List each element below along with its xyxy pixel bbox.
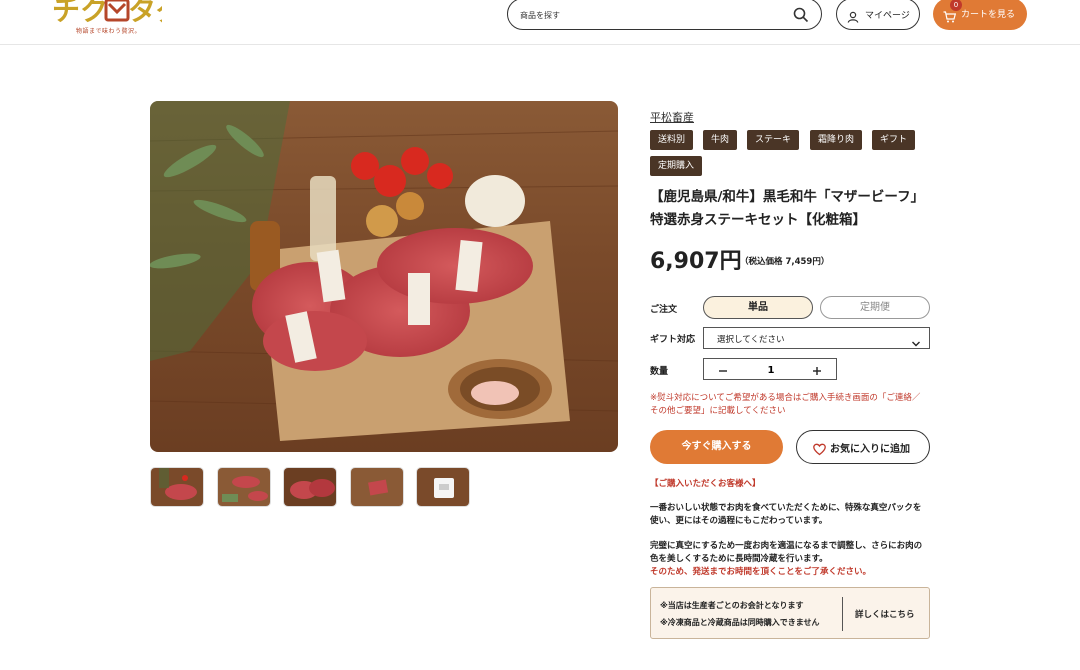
heart-icon (813, 441, 826, 456)
cart-label: カートを見る (961, 10, 1016, 20)
thumbnail-4[interactable] (350, 467, 404, 507)
svg-text:タグ: タグ (128, 0, 162, 27)
search-input[interactable] (520, 7, 780, 23)
product-title-line1: 【鹿児島県/和牛】黒毛和牛「マザービーフ」 (650, 189, 925, 205)
thumbnail-1[interactable] (150, 467, 204, 507)
product-price: 6,907円 (650, 249, 742, 274)
option-subscription-button[interactable]: 定期便 (820, 296, 930, 319)
buyer-info-paragraph-2: 完璧に真空にするため一度お肉を適温になるまで調整し、さらにお肉の 色を美しくする… (650, 540, 935, 579)
order-type-label: ご注文 (650, 305, 678, 315)
product-main-image[interactable] (150, 101, 618, 452)
notice-line-1: ※当店は生産者ごとのお会計となります (660, 601, 804, 610)
tag-steak[interactable]: ステーキ (747, 130, 800, 150)
product-title: 【鹿児島県/和牛】黒毛和牛「マザービーフ」 特選赤身ステーキセット【化粧箱】 (650, 186, 940, 232)
plus-icon[interactable] (810, 363, 824, 377)
gift-label: ギフト対応 (650, 335, 696, 345)
quantity-label: 数量 (650, 367, 669, 377)
quantity-stepper (703, 358, 837, 380)
buyer-info-p2-line1: 完璧に真空にするため一度お肉を適温になるまで調整し、さらにお肉の (650, 541, 923, 551)
producer-link[interactable]: 平松畜産 (650, 109, 694, 125)
buyer-info-p2-red: そのため、発送までお時間を頂くことをご了承ください。 (650, 567, 872, 577)
thumbnail-5[interactable] (416, 467, 470, 507)
minus-icon[interactable] (716, 363, 730, 377)
site-header: チク タグ 物語まで味わう贅沢。 マイページ 0 カートを見る (0, 0, 1080, 45)
tag-gift[interactable]: ギフト (872, 130, 916, 150)
gift-select[interactable]: 選択してください (703, 327, 930, 349)
thumbnail-2[interactable] (217, 467, 271, 507)
buy-now-button[interactable]: 今すぐ購入する (650, 430, 783, 464)
tag-marbled[interactable]: 霜降り肉 (810, 130, 863, 150)
noshi-note-line1: ※熨斗対応についてご希望がある場合はご購入手続き画面の「ご連絡／ (650, 393, 921, 403)
noshi-note: ※熨斗対応についてご希望がある場合はご購入手続き画面の「ご連絡／ その他ご要望」… (650, 392, 935, 418)
notice-line-2: ※冷凍商品と冷蔵商品は同時購入できません (660, 618, 820, 627)
svg-text:チク: チク (52, 0, 108, 27)
mypage-button[interactable]: マイページ (836, 0, 920, 30)
noshi-note-line2: その他ご要望」に記載してください (650, 406, 786, 416)
user-icon (847, 8, 859, 23)
buyer-info-p2-line2: 色を美しくするために長時間冷蔵を行います。 (650, 554, 828, 564)
thumbnail-3[interactable] (283, 467, 337, 507)
notice-divider (842, 597, 843, 631)
tag-subscription[interactable]: 定期購入 (650, 156, 703, 176)
tag-beef[interactable]: 牛肉 (703, 130, 738, 150)
logo-tagline: 物語まで味わう贅沢。 (76, 28, 142, 35)
product-title-line2: 特選赤身ステーキセット【化粧箱】 (650, 212, 866, 228)
search-box (507, 0, 822, 30)
checkout-notice-box: ※当店は生産者ごとのお会計となります ※冷凍商品と冷蔵商品は同時購入できません … (650, 587, 930, 639)
mypage-label: マイページ (865, 11, 910, 21)
gift-select-value: 選択してください (717, 335, 785, 345)
add-favorite-label: お気に入りに追加 (830, 444, 910, 455)
buyer-info-p1-line1: 一番おいしい状態でお肉を食べていただくために、特殊な真空パックを (650, 503, 922, 513)
product-price-tax: （税込価格 7,459円） (740, 257, 830, 267)
buyer-info-heading: 【ご購入いただくお客様へ】 (650, 479, 761, 489)
cart-button[interactable]: 0 カートを見る (933, 0, 1027, 30)
add-favorite-button[interactable]: お気に入りに追加 (796, 430, 930, 464)
buyer-info-paragraph-1: 一番おいしい状態でお肉を食べていただくために、特殊な真空パックを 使い、更にはそ… (650, 502, 935, 528)
chevron-down-icon (911, 334, 921, 347)
option-single-button[interactable]: 単品 (703, 296, 813, 319)
search-icon[interactable] (793, 7, 809, 23)
tag-shipping[interactable]: 送料別 (650, 130, 694, 150)
notice-detail-link[interactable]: 詳しくはこちら (855, 608, 915, 620)
quantity-input[interactable] (744, 362, 798, 378)
buyer-info-p1-line2: 使い、更にはその過程にもこだわっています。 (650, 516, 828, 526)
